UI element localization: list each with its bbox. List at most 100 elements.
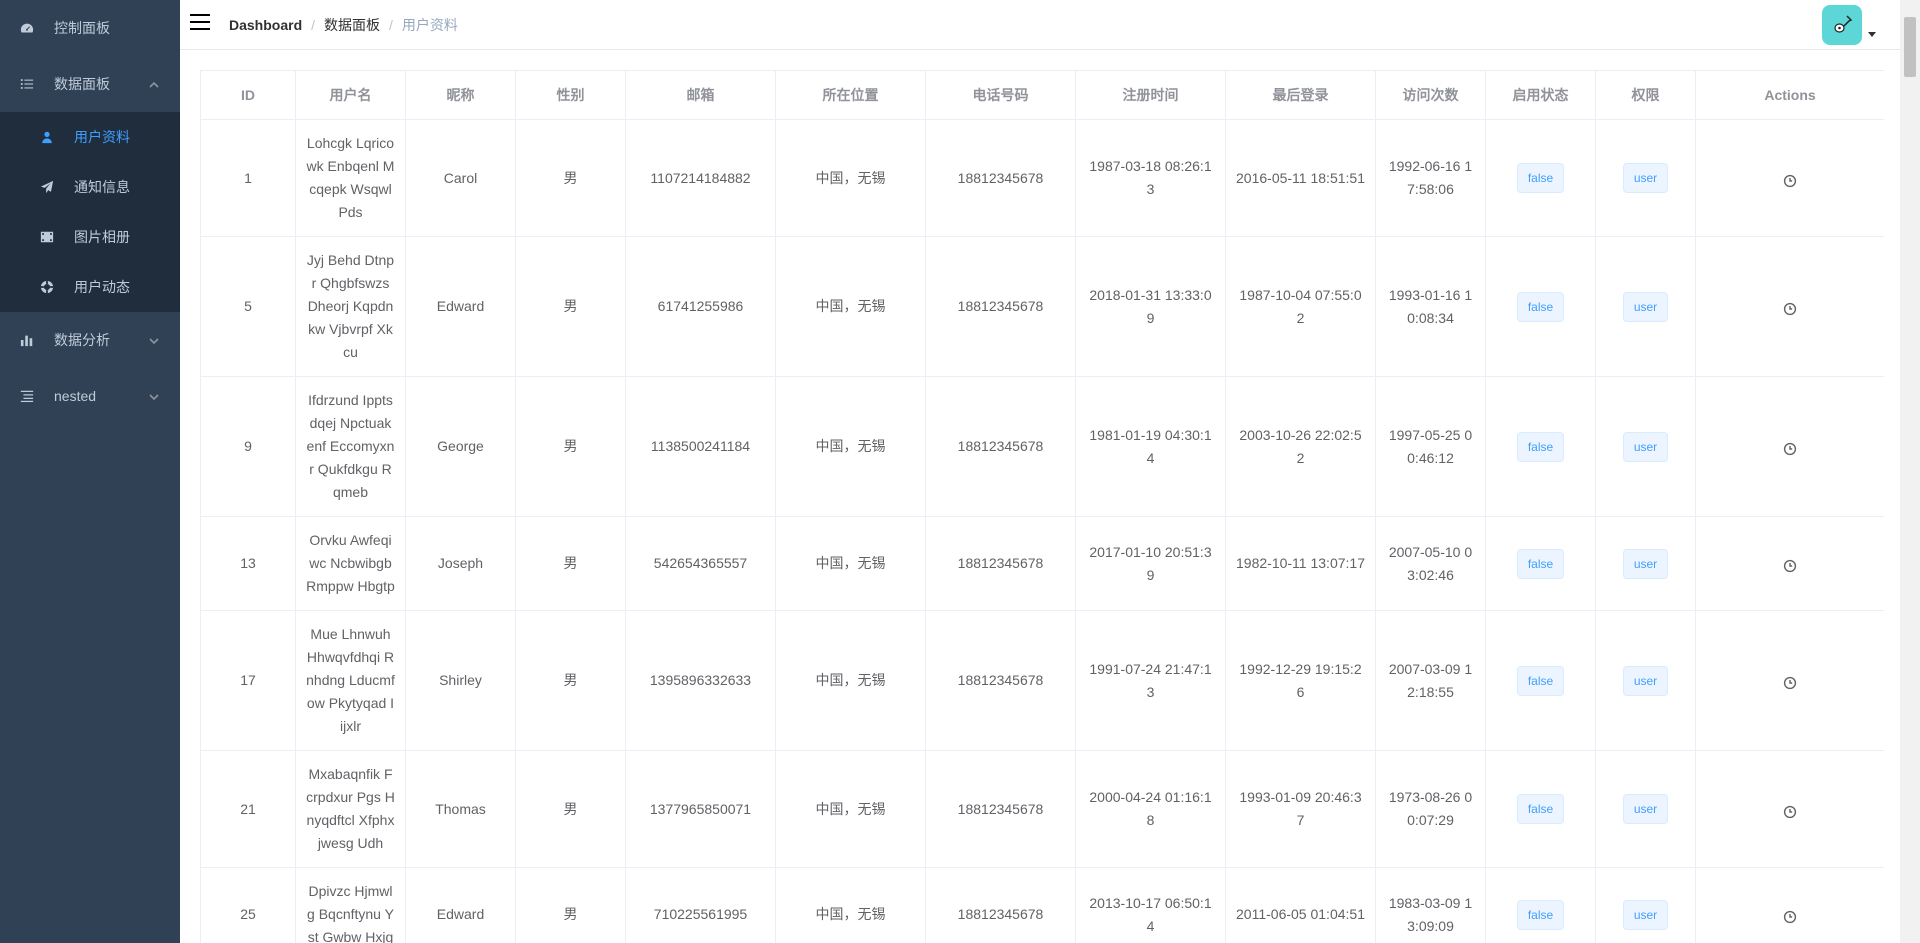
role-badge[interactable]: user	[1622, 548, 1669, 579]
cell-nickname: Carol	[405, 119, 516, 237]
cell-username: Dpivzc Hjmwlg Bqcnftynu Yst Gwbw Hxjg	[295, 867, 406, 943]
clock-icon[interactable]	[1783, 908, 1797, 924]
cell-actions	[1695, 610, 1884, 751]
user-table-container: ID 用户名 昵称 性别 邮箱 所在位置 电话号码 注册时间 最后登录 访问次数…	[200, 70, 1884, 943]
status-badge[interactable]: false	[1516, 431, 1565, 462]
table-row: 13 Orvku Awfeqiwc Ncbwibgb Rmppw Hbgtp J…	[200, 516, 1884, 611]
column-header-last-login[interactable]: 最后登录	[1225, 70, 1376, 120]
nested-list-icon	[20, 389, 34, 403]
column-header-nickname[interactable]: 昵称	[405, 70, 516, 120]
cell-role: user	[1595, 236, 1696, 377]
cell-phone: 18812345678	[925, 516, 1076, 611]
cell-last-login: 1987-10-04 07:55:02	[1225, 236, 1376, 377]
dashboard-icon	[20, 21, 34, 35]
column-header-actions[interactable]: Actions	[1695, 70, 1884, 120]
hamburger-icon[interactable]	[190, 14, 210, 32]
breadcrumb-item-data-panel[interactable]: 数据面板	[324, 15, 380, 35]
column-header-phone[interactable]: 电话号码	[925, 70, 1076, 120]
role-badge[interactable]: user	[1622, 291, 1669, 322]
status-badge[interactable]: false	[1516, 163, 1565, 193]
clock-icon[interactable]	[1783, 300, 1797, 316]
column-header-gender[interactable]: 性别	[515, 70, 626, 120]
clock-icon[interactable]	[1783, 803, 1797, 818]
cell-role: user	[1595, 750, 1696, 868]
status-badge[interactable]: false	[1516, 291, 1565, 322]
column-header-email[interactable]: 邮箱	[625, 70, 776, 120]
cell-nickname: Edward	[405, 867, 516, 943]
cell-status: false	[1485, 867, 1596, 943]
cell-username: Jyj Behd Dtnpr Qhgbfswzs Dheorj Kqpdnkw …	[295, 236, 406, 377]
cell-visits: 2007-03-09 12:18:55	[1375, 610, 1486, 751]
status-badge[interactable]: false	[1516, 548, 1565, 579]
clock-icon[interactable]	[1783, 557, 1797, 573]
role-badge[interactable]: user	[1622, 431, 1669, 462]
column-header-visits[interactable]: 访问次数	[1375, 70, 1486, 120]
cell-status: false	[1485, 236, 1596, 377]
cell-phone: 18812345678	[925, 610, 1076, 751]
cell-id: 1	[200, 119, 296, 237]
status-badge[interactable]: false	[1516, 794, 1565, 824]
breadcrumb-item-current: 用户资料	[401, 17, 458, 33]
cell-visits: 1997-05-25 00:46:12	[1375, 376, 1486, 517]
sidebar-item-photo-album[interactable]: 图片相册	[0, 212, 180, 262]
sidebar-item-user-activity[interactable]: 用户动态	[0, 262, 180, 312]
cell-email: 710225561995	[625, 867, 776, 943]
submenu-data-panel: 用户资料 通知信息 图片相册 用户动态	[0, 112, 180, 312]
cell-gender: 男	[515, 867, 626, 943]
cell-visits: 1993-01-16 10:08:34	[1375, 236, 1486, 377]
avatar[interactable]	[1822, 5, 1862, 45]
column-header-status[interactable]: 启用状态	[1485, 70, 1596, 120]
clock-icon[interactable]	[1783, 674, 1797, 690]
role-badge[interactable]: user	[1622, 163, 1669, 193]
role-badge[interactable]: user	[1622, 665, 1669, 696]
scrollbar[interactable]	[1900, 0, 1920, 943]
cell-email: 1107214184882	[625, 119, 776, 237]
cell-email: 1138500241184	[625, 376, 776, 517]
role-badge[interactable]: user	[1622, 899, 1669, 930]
cell-role: user	[1595, 867, 1696, 943]
sidebar-item-user-profile[interactable]: 用户资料	[0, 112, 180, 162]
table-row: 25 Dpivzc Hjmwlg Bqcnftynu Yst Gwbw Hxjg…	[200, 867, 1884, 943]
table-body: 1 Lohcgk Lqricowk Enbqenl Mcqepk Wsqwl P…	[200, 119, 1884, 943]
role-badge[interactable]: user	[1622, 794, 1669, 824]
cell-visits: 2007-05-10 03:02:46	[1375, 516, 1486, 611]
cell-email: 542654365557	[625, 516, 776, 611]
cell-last-login: 1993-01-09 20:46:37	[1225, 750, 1376, 868]
cell-actions	[1695, 516, 1884, 611]
cell-visits: 1983-03-09 13:09:09	[1375, 867, 1486, 943]
cell-registered: 2000-04-24 01:16:18	[1075, 750, 1226, 868]
sidebar-item-notifications[interactable]: 通知信息	[0, 162, 180, 212]
column-header-id[interactable]: ID	[200, 70, 296, 120]
cell-username: Ifdrzund Ippts dqej Npctuakenf Eccomyxnr…	[295, 376, 406, 517]
column-header-registered[interactable]: 注册时间	[1075, 70, 1226, 120]
cell-nickname: Joseph	[405, 516, 516, 611]
send-icon	[40, 180, 54, 194]
clock-icon[interactable]	[1783, 172, 1797, 187]
sidebar-item-dashboard[interactable]: 控制面板	[0, 0, 180, 56]
avatar-dropdown-caret-icon[interactable]	[1868, 32, 1876, 37]
cell-status: false	[1485, 376, 1596, 517]
column-header-username[interactable]: 用户名	[295, 70, 406, 120]
cell-email: 1395896332633	[625, 610, 776, 751]
cell-gender: 男	[515, 516, 626, 611]
cell-last-login: 2003-10-26 22:02:52	[1225, 376, 1376, 517]
cell-id: 25	[200, 867, 296, 943]
chevron-up-icon	[148, 78, 160, 90]
scrollbar-thumb[interactable]	[1904, 17, 1916, 77]
user-table: ID 用户名 昵称 性别 邮箱 所在位置 电话号码 注册时间 最后登录 访问次数…	[200, 70, 1884, 943]
breadcrumb-separator: /	[311, 17, 316, 33]
guitar-icon	[1834, 15, 1853, 33]
sidebar-item-data-analysis[interactable]: 数据分析	[0, 312, 180, 368]
status-badge[interactable]: false	[1516, 665, 1565, 696]
column-header-role[interactable]: 权限	[1595, 70, 1696, 120]
cell-gender: 男	[515, 610, 626, 751]
clock-icon[interactable]	[1783, 440, 1797, 456]
status-badge[interactable]: false	[1516, 899, 1565, 930]
sidebar-item-nested[interactable]: nested	[0, 368, 180, 424]
cell-role: user	[1595, 119, 1696, 237]
cell-gender: 男	[515, 119, 626, 237]
cell-gender: 男	[515, 236, 626, 377]
breadcrumb-item-dashboard[interactable]: Dashboard	[229, 17, 302, 33]
sidebar-item-data-panel[interactable]: 数据面板	[0, 56, 180, 112]
column-header-location[interactable]: 所在位置	[775, 70, 926, 120]
